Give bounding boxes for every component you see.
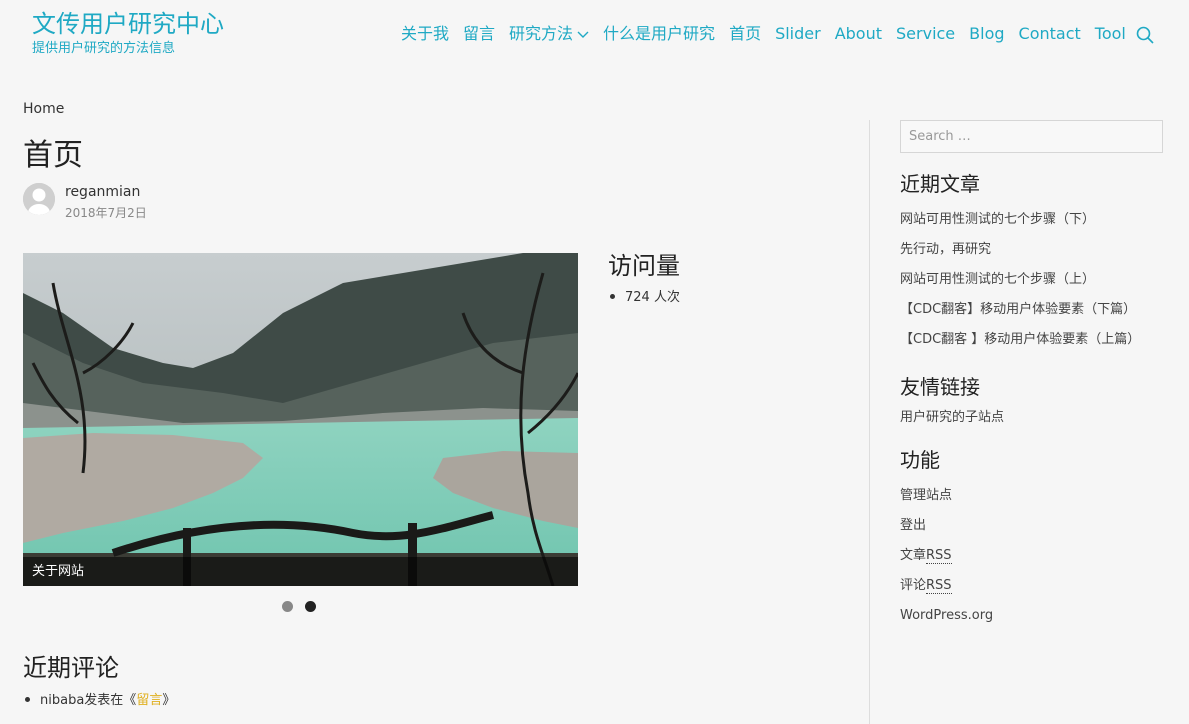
search-input[interactable]: [900, 120, 1163, 153]
nav-item-label: Slider: [775, 24, 821, 43]
recent-post-link[interactable]: 【CDC翻客】移动用户体验要素（下篇）: [900, 301, 1136, 319]
recent-posts-title: 近期文章: [900, 172, 980, 196]
nav-item-slider[interactable]: Slider: [775, 21, 821, 47]
nav-item-label: 研究方法: [509, 24, 574, 43]
nav-item-label: Service: [896, 24, 956, 43]
nav-item-label: Tool: [1094, 24, 1126, 43]
nav-item-label: Blog: [969, 24, 1005, 43]
friend-links-title: 友情链接: [900, 375, 980, 399]
main-nav: 关于我 留言 研究方法 什么是用户研究 首页 Slider About Serv…: [401, 21, 1140, 47]
nav-item-guestbook[interactable]: 留言: [463, 21, 495, 47]
author-name[interactable]: reganmian: [65, 183, 140, 201]
visits-list: 724 人次: [610, 289, 680, 307]
nav-item-what-is-ux-research[interactable]: 什么是用户研究: [603, 21, 715, 47]
page-title: 首页: [23, 138, 83, 173]
meta-link-site-admin[interactable]: 管理站点: [900, 487, 952, 505]
recent-post-link[interactable]: 【CDC翻客 】移动用户体验要素（上篇）: [900, 331, 1140, 349]
meta-link-entries-rss[interactable]: 文章RSS: [900, 547, 952, 565]
meta-link-logout[interactable]: 登出: [900, 517, 926, 535]
site-title[interactable]: 文传用户研究中心: [32, 8, 224, 40]
friend-link[interactable]: 用户研究的子站点: [900, 409, 1004, 427]
avatar: [23, 183, 55, 215]
visit-count: 724 人次: [625, 290, 680, 305]
recent-post-link[interactable]: 网站可用性测试的七个步骤（下）: [900, 211, 1095, 229]
bullet-icon: [610, 294, 615, 299]
recent-comments-title: 近期评论: [23, 654, 119, 682]
list-item: nibaba发表在《留言》: [25, 692, 175, 710]
rss-abbr: RSS: [926, 578, 952, 594]
meta-link-label: 评论: [900, 578, 927, 593]
sidebar-divider: [869, 120, 870, 724]
nav-item-label: 留言: [463, 24, 496, 43]
rss-abbr: RSS: [926, 548, 952, 564]
comment-post-link[interactable]: 留言: [136, 693, 162, 708]
comment-close: 》: [162, 693, 176, 708]
list-item: 724 人次: [610, 289, 680, 307]
comment-author: nibaba: [40, 693, 85, 708]
nav-item-service[interactable]: Service: [896, 21, 955, 47]
bullet-icon: [25, 697, 30, 702]
nav-item-home[interactable]: 首页: [729, 21, 761, 47]
post-date: 2018年7月2日: [65, 206, 147, 220]
nav-item-blog[interactable]: Blog: [969, 21, 1004, 47]
comment-text: 发表在《: [84, 693, 137, 708]
nav-item-label: Contact: [1018, 24, 1081, 43]
nav-item-label: About: [834, 24, 883, 43]
slider-dot-1[interactable]: [282, 601, 293, 612]
nav-item-label: 关于我: [401, 24, 450, 43]
meta-link-wordpress[interactable]: WordPress.org: [900, 607, 993, 625]
image-slider[interactable]: 关于网站: [23, 253, 578, 586]
slider-dots: [282, 601, 328, 612]
meta-link-comments-rss[interactable]: 评论RSS: [900, 577, 952, 595]
visits-widget-title: 访问量: [608, 252, 680, 280]
nav-item-about-me[interactable]: 关于我: [401, 21, 449, 47]
chevron-down-icon: [577, 21, 589, 47]
nav-item-research-methods[interactable]: 研究方法: [509, 21, 589, 47]
slide-image: [23, 253, 578, 586]
nav-item-tool[interactable]: Tool: [1095, 21, 1126, 47]
meta-title: 功能: [900, 448, 940, 472]
slide-caption[interactable]: 关于网站: [23, 557, 578, 586]
recent-post-link[interactable]: 网站可用性测试的七个步骤（上）: [900, 271, 1095, 289]
nav-item-label: 首页: [729, 24, 762, 43]
breadcrumb[interactable]: Home: [23, 100, 64, 118]
meta-link-label: 文章: [900, 548, 927, 563]
recent-post-link[interactable]: 先行动，再研究: [900, 241, 991, 259]
nav-item-contact[interactable]: Contact: [1019, 21, 1081, 47]
nav-item-label: 什么是用户研究: [603, 24, 716, 43]
nav-item-about[interactable]: About: [835, 21, 882, 47]
site-description: 提供用户研究的方法信息: [32, 41, 176, 56]
recent-comments-list: nibaba发表在《留言》: [25, 692, 175, 710]
slider-dot-2-active[interactable]: [305, 601, 316, 612]
search-icon[interactable]: [1135, 25, 1155, 45]
